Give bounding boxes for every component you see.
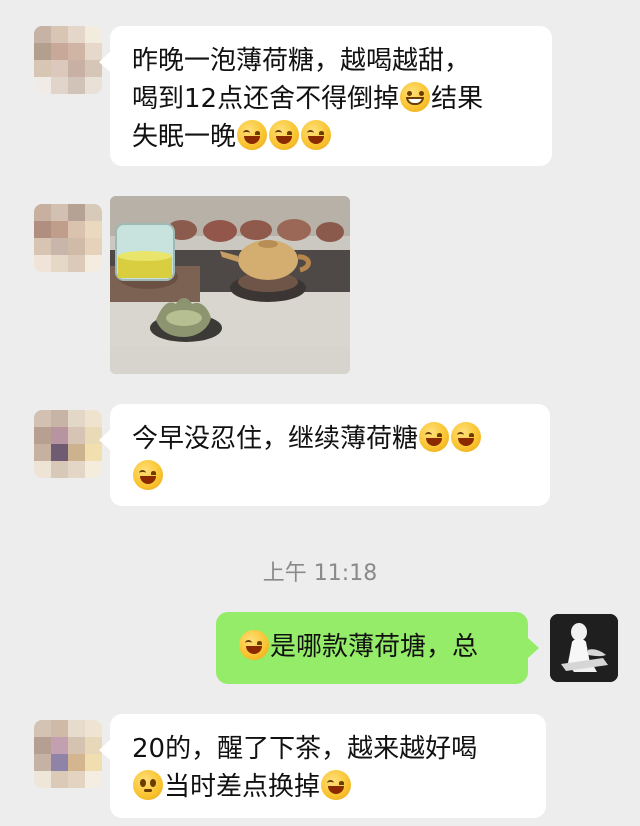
message-line: 20的，醒了下茶，越来越好喝 (132, 730, 524, 768)
message-text: 昨晚一泡薄荷糖，越喝越甜， (132, 46, 471, 76)
timestamp: 上午 11:18 (262, 561, 378, 586)
message-text: 喝到12点还舍不得倒掉 (132, 84, 400, 114)
grinning-face-icon (400, 82, 431, 112)
message-line: 今早没忍住，继续薄荷糖 (132, 420, 528, 458)
message-line: 喝到12点还舍不得倒掉 结果 (132, 80, 530, 118)
message-bubble-1[interactable]: 昨晚一泡薄荷糖，越喝越甜， 喝到12点还舍不得倒掉 结果 失眠一晚 (99, 26, 552, 166)
avatar-self[interactable] (550, 614, 618, 682)
flushed-face-icon (133, 770, 163, 800)
avatar-left-2[interactable] (34, 204, 102, 272)
tears-of-joy-icon (451, 422, 482, 452)
tears-of-joy-icon (269, 120, 300, 150)
message-text: 20的，醒了下茶，越来越好喝 (132, 734, 478, 764)
message-text: 结果 (431, 84, 484, 114)
message-text: 失眠一晚 (132, 122, 237, 152)
message-bubble-3[interactable]: 是哪款薄荷塘，总 (216, 612, 539, 684)
message-line: 是哪款薄荷塘，总 (238, 628, 506, 666)
tears-of-joy-icon (133, 460, 163, 490)
tea-photo-illustration (110, 196, 350, 374)
avatar-left-1[interactable] (34, 26, 102, 94)
message-line: 当时差点换掉 (132, 768, 524, 806)
tears-of-joy-icon (237, 120, 268, 150)
avatar-left-4[interactable] (34, 720, 102, 788)
message-text: 当时差点换掉 (164, 772, 321, 802)
person-photo-icon (550, 614, 618, 682)
tea-photo[interactable] (110, 196, 350, 374)
tears-of-joy-icon (419, 422, 450, 452)
message-text: 是哪款薄荷塘，总 (270, 632, 479, 662)
message-line: 昨晚一泡薄荷糖，越喝越甜， (132, 42, 530, 80)
tears-of-joy-icon (321, 770, 352, 800)
message-line (132, 458, 528, 496)
message-line: 失眠一晚 (132, 118, 530, 156)
message-bubble-2[interactable]: 今早没忍住，继续薄荷糖 (99, 404, 550, 506)
message-bubble-4[interactable]: 20的，醒了下茶，越来越好喝 当时差点换掉 (99, 714, 546, 818)
avatar-left-3[interactable] (34, 410, 102, 478)
message-text: 今早没忍住，继续薄荷糖 (132, 424, 419, 454)
tears-of-joy-icon (301, 120, 332, 150)
tears-of-joy-icon (239, 630, 269, 660)
